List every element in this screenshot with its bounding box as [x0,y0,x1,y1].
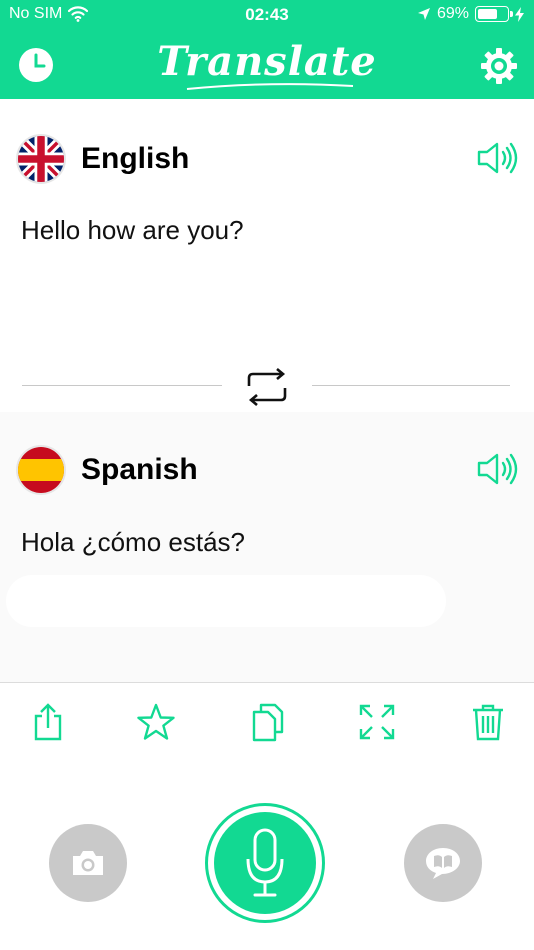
charging-bolt-icon [515,6,524,22]
source-language-name: English [81,142,190,175]
app-header: No SIM 02:43 69% Translate [0,0,534,99]
battery-percent: 69% [436,5,469,22]
target-speaker-icon[interactable] [476,450,520,488]
delete-trash-icon[interactable] [470,702,506,742]
divider-right [312,385,510,386]
copy-icon[interactable] [250,702,286,742]
microphone-button[interactable] [205,803,325,923]
conversation-book-icon [426,848,460,879]
spain-flag-icon [16,445,66,495]
source-text[interactable]: Hello how are you? [21,215,244,246]
app-title: Translate [157,38,377,85]
battery-icon [475,6,513,22]
divider-left [22,385,222,386]
camera-icon [73,851,103,875]
target-language-name: Spanish [81,453,198,486]
conversation-button[interactable] [404,824,482,902]
microphone-icon [246,828,284,897]
source-speaker-icon[interactable] [476,139,520,177]
translation-card [6,575,446,627]
translated-text: Hola ¿cómo estás? [21,527,245,557]
settings-gear-icon[interactable] [479,46,519,86]
uk-flag-icon [16,134,66,184]
camera-button[interactable] [49,824,127,902]
fullscreen-icon[interactable] [358,702,396,742]
swap-languages-icon[interactable] [243,366,291,408]
status-bar: No SIM 02:43 69% [0,0,534,30]
toolbar-divider [0,682,534,683]
source-language-selector[interactable]: English [16,133,189,185]
target-language-selector[interactable]: Spanish [16,444,198,496]
favorite-star-icon[interactable] [137,702,175,742]
share-icon[interactable] [30,702,66,742]
title-swash [186,83,354,90]
location-arrow-icon [417,8,430,20]
